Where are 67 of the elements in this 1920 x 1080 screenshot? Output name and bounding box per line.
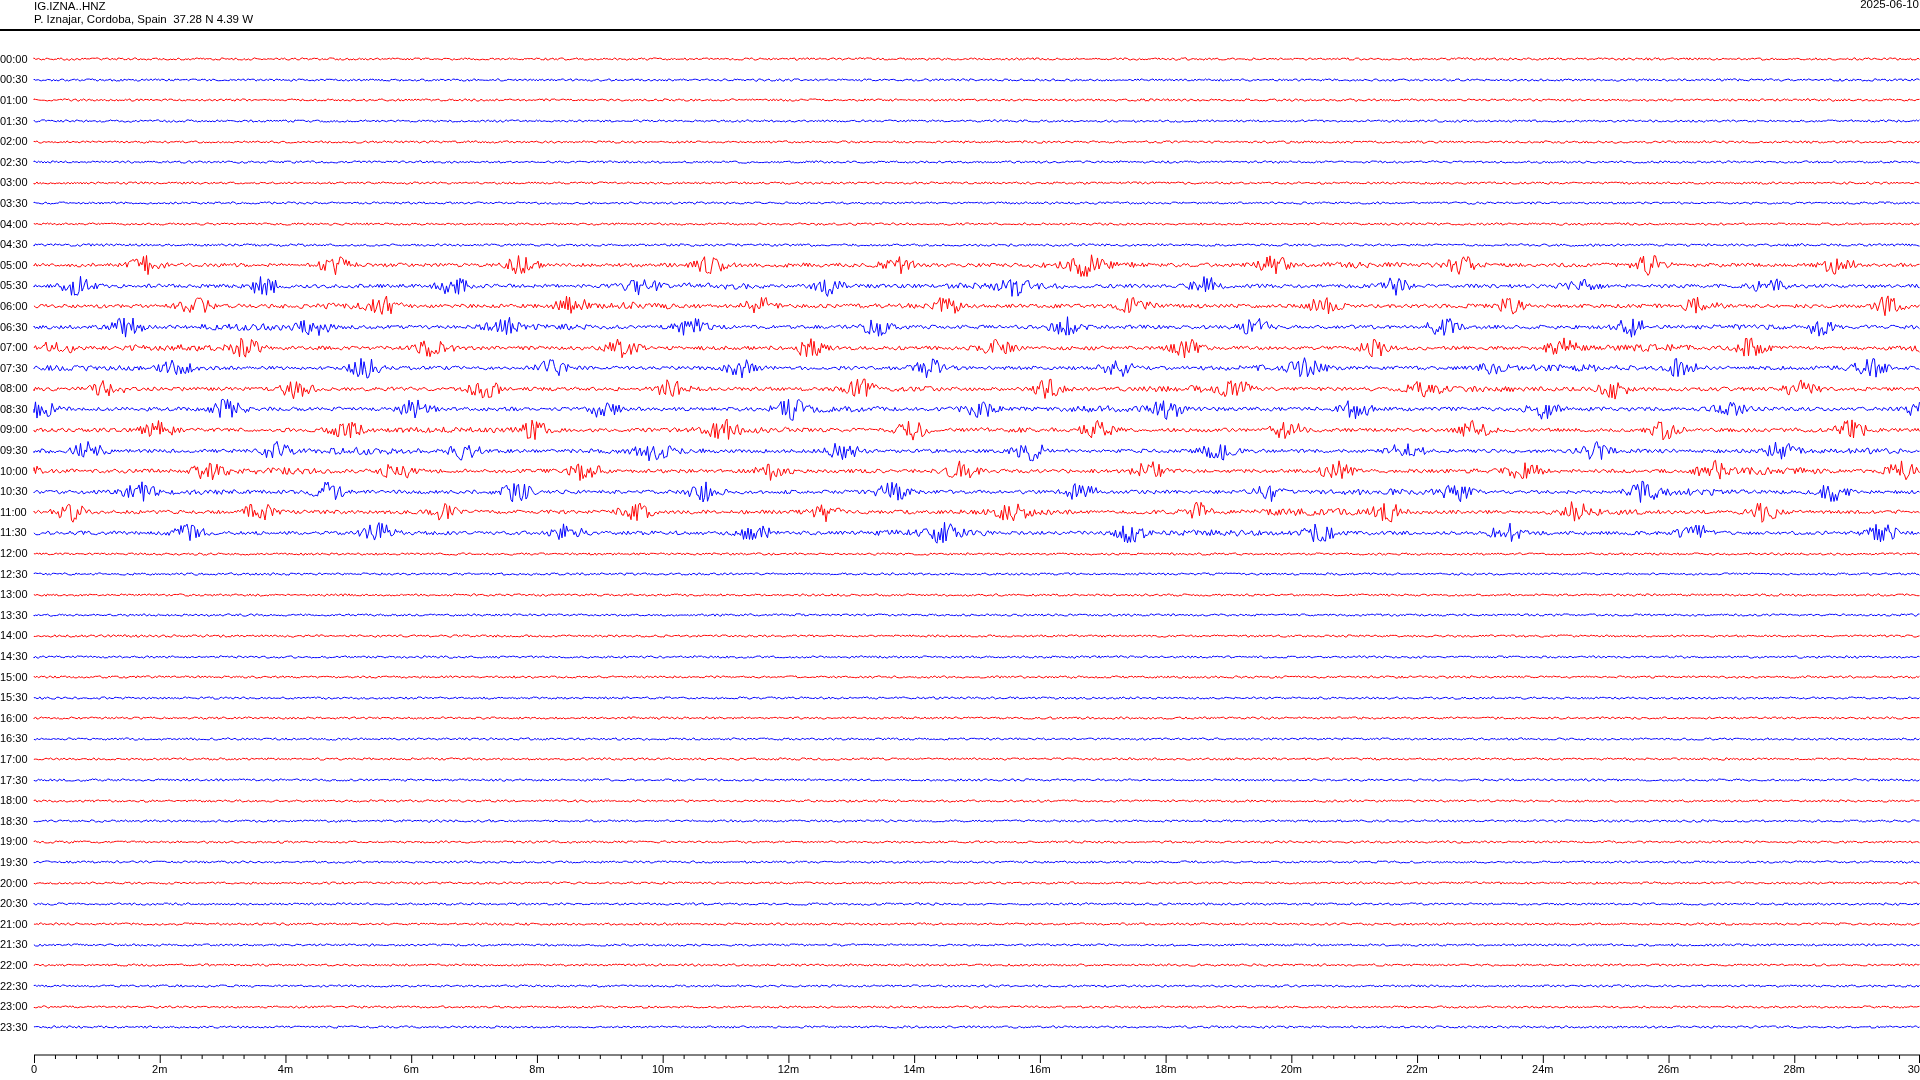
time-label: 07:30 [0,361,29,375]
time-label: 20:30 [0,897,29,911]
axis-label: 0 [31,1062,38,1076]
time-label: 11:30 [0,526,28,540]
axis-label: 14m [903,1062,925,1076]
time-label: 02:00 [0,135,29,149]
time-label: 23:30 [0,1020,29,1034]
time-label: 19:00 [0,835,29,849]
time-label: 06:30 [0,320,29,334]
time-label: 08:00 [0,382,29,396]
station-location: P. Iznajar, Cordoba, Spain 37.28 N 4.39 W [34,13,254,26]
time-label: 13:00 [0,588,29,602]
time-label: 09:00 [0,423,29,437]
time-label: 19:30 [0,855,29,869]
axis-label: 22m [1406,1062,1428,1076]
time-label: 11:00 [0,505,28,519]
axis-label: 18m [1154,1062,1177,1076]
time-label: 17:00 [0,753,29,766]
time-label: 12:30 [0,567,29,581]
time-label: 23:00 [0,1000,29,1014]
time-label: 05:00 [0,258,29,272]
time-label: 22:30 [0,979,29,993]
time-label: 18:00 [0,794,29,808]
time-label: 21:00 [0,917,29,931]
axis-label: 10m [651,1062,674,1076]
axis-label: 2m [152,1062,168,1076]
time-label: 15:00 [0,670,29,684]
time-label: 00:00 [0,52,29,66]
axis-label: 24m [1532,1062,1554,1076]
time-label: 21:30 [0,938,29,952]
time-label: 01:30 [0,114,29,128]
time-label: 20:00 [0,876,29,890]
time-label: 17:30 [0,773,29,787]
time-label: 06:00 [0,299,29,313]
station-code: IG.IZNA..HNZ [34,0,107,13]
plot-date: 2025-06-10 [1860,0,1920,12]
time-label: 18:30 [0,814,29,828]
axis-label: 12m [777,1062,800,1076]
time-label: 22:00 [0,958,29,972]
time-label: 10:00 [0,464,29,478]
time-label: 10:30 [0,485,29,499]
time-label: 05:30 [0,279,29,293]
time-label: 03:30 [0,196,29,210]
time-label: 09:30 [0,444,29,458]
axis-label: 8m [529,1062,545,1076]
time-label: 02:30 [0,155,29,169]
time-label: 12:00 [0,547,29,561]
time-label: 16:00 [0,711,29,725]
axis-label: 6m [403,1062,419,1076]
time-label: 01:00 [0,94,29,107]
axis-label: 4m [277,1062,294,1076]
time-label: 03:00 [0,176,29,190]
axis-label: 30 [1907,1062,1920,1076]
axis-label: 20m [1280,1062,1303,1076]
time-label: 00:30 [0,73,29,87]
time-label: 14:30 [0,650,29,663]
time-label: 04:00 [0,217,29,231]
time-label: 14:00 [0,629,29,643]
time-label: 04:30 [0,238,29,252]
time-label: 16:30 [0,732,29,746]
time-label: 08:30 [0,402,29,416]
axis-label: 28m [1783,1062,1805,1076]
time-label: 07:00 [0,341,29,355]
axis-label: 16m [1029,1062,1051,1076]
time-label: 15:30 [0,691,29,705]
axis-label: 26m [1657,1062,1680,1076]
time-label: 13:30 [0,608,29,622]
